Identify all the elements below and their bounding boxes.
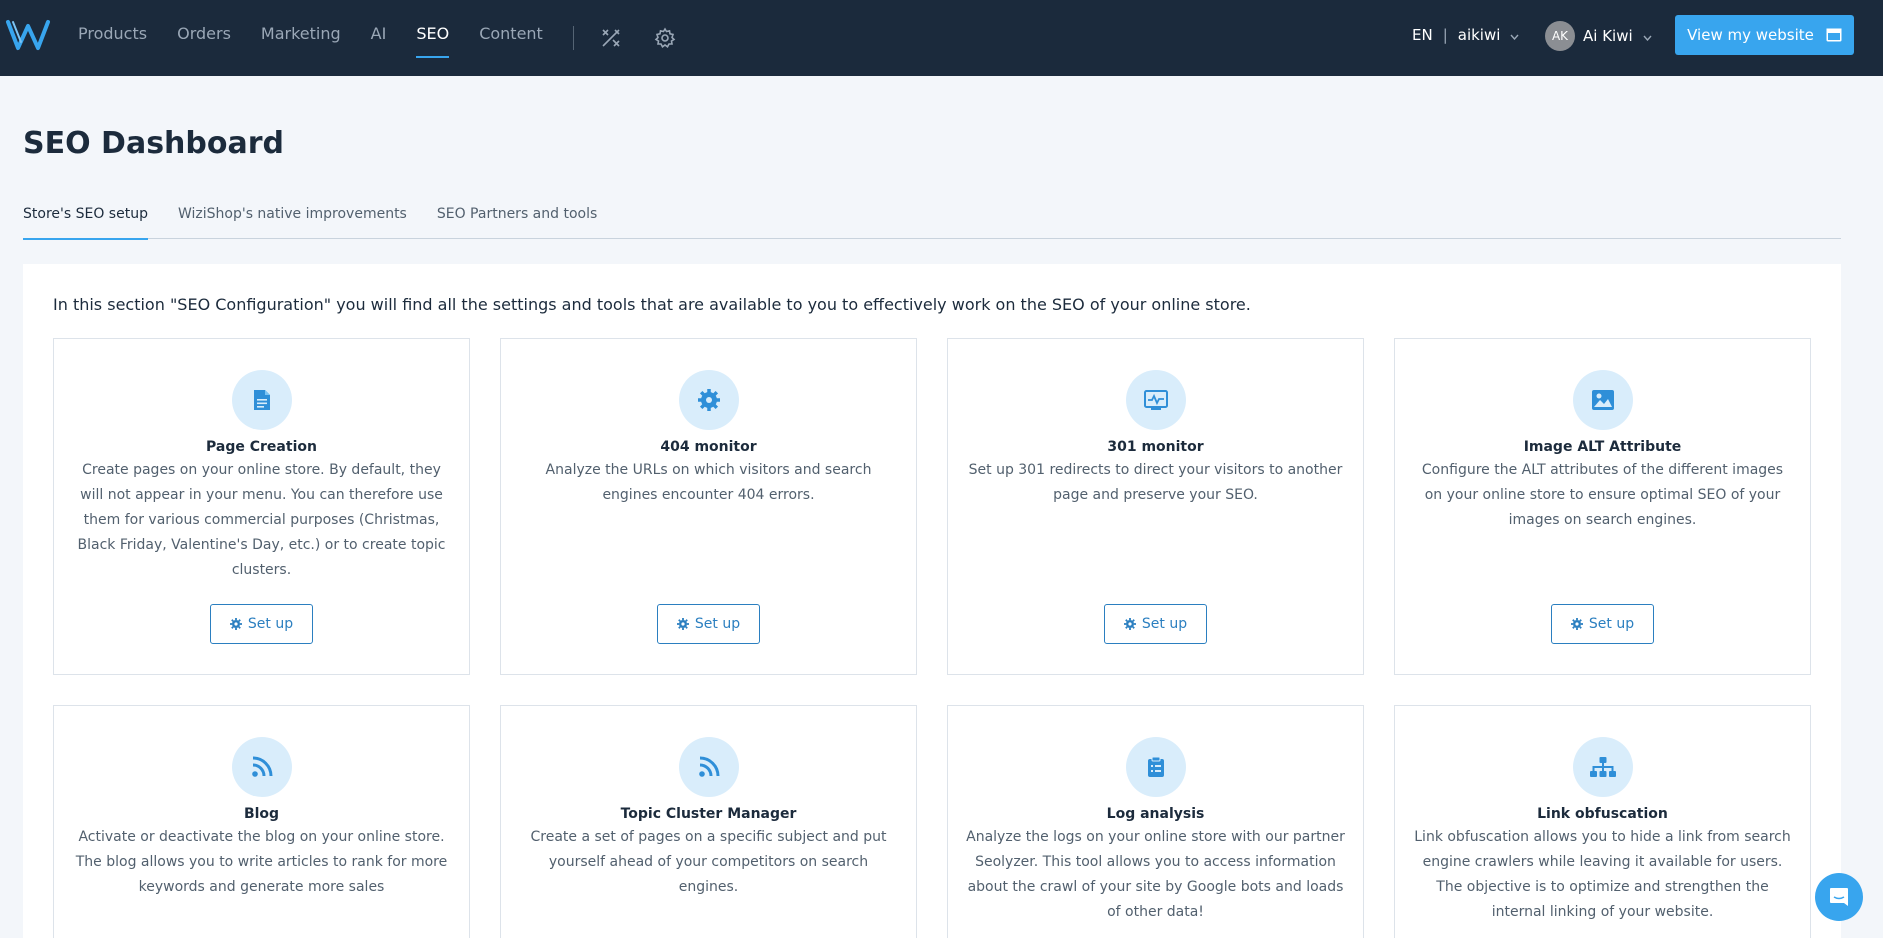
rss-icon <box>231 737 292 797</box>
nav-item-seo[interactable]: SEO <box>416 0 449 76</box>
setup-label: Set up <box>1141 616 1188 632</box>
clipboard-icon <box>1125 737 1186 797</box>
image-alt-setup-button[interactable]: Set up <box>1551 604 1654 644</box>
card-description: Create pages on your online store. By de… <box>77 462 446 578</box>
card-title: Log analysis <box>1106 806 1205 822</box>
card-title: Image ALT Attribute <box>1523 439 1682 455</box>
main-nav: Products Orders Marketing AI SEO Content <box>78 0 708 76</box>
card-title: Page Creation <box>206 439 317 455</box>
setup-label: Set up <box>1588 616 1635 632</box>
card-title: Topic Cluster Manager <box>620 806 797 822</box>
card-description: Configure the ALT attributes of the diff… <box>1421 462 1784 528</box>
card-image-alt-attribute: Image ALT Attribute Configure the ALT at… <box>1394 338 1811 675</box>
seo-setup-panel: In this section "SEO Configuration" you … <box>23 264 1841 938</box>
settings-gear-icon[interactable] <box>654 27 676 49</box>
card-link-obfuscation: Link obfuscation Link obfuscation allows… <box>1394 705 1811 938</box>
tab-stores-seo-setup[interactable]: Store's SEO setup <box>23 203 148 240</box>
301-monitor-setup-button[interactable]: Set up <box>1104 604 1207 644</box>
card-log-analysis: Log analysis Analyze the logs on your on… <box>947 705 1364 938</box>
card-blog: Blog Activate or deactivate the blog on … <box>53 705 470 938</box>
gear-icon <box>229 618 242 630</box>
setup-label: Set up <box>247 616 294 632</box>
card-404-monitor: 404 monitor Analyze the URLs on which vi… <box>500 338 917 675</box>
card-page-creation: Page Creation Create pages on your onlin… <box>53 338 470 675</box>
browser-window-icon <box>1826 28 1842 42</box>
seo-tabs: Store's SEO setup WiziShop's native impr… <box>23 203 1841 240</box>
chat-bubble-icon <box>1830 888 1848 906</box>
card-301-monitor: 301 monitor Set up 301 redirects to dire… <box>947 338 1364 675</box>
card-description: Analyze the logs on your online store wi… <box>966 829 1345 920</box>
view-my-website-button[interactable]: View my website <box>1675 15 1854 55</box>
404-monitor-setup-button[interactable]: Set up <box>657 604 760 644</box>
tab-seo-partners[interactable]: SEO Partners and tools <box>437 203 597 239</box>
gear-icon <box>678 370 739 430</box>
language-code: EN <box>1412 26 1433 44</box>
nav-item-products[interactable]: Products <box>78 0 147 76</box>
page-title: SEO Dashboard <box>23 126 285 161</box>
tab-native-improvements[interactable]: WiziShop's native improvements <box>178 203 407 239</box>
user-menu[interactable]: AK Ai Kiwi <box>1545 21 1652 51</box>
sitemap-icon <box>1572 737 1633 797</box>
card-description: Set up 301 redirects to direct your visi… <box>968 462 1343 503</box>
wizishop-logo[interactable] <box>4 16 52 54</box>
monitor-icon <box>1125 370 1186 430</box>
intro-text: In this section "SEO Configuration" you … <box>53 295 1251 314</box>
image-icon <box>1572 370 1633 430</box>
card-description: Analyze the URLs on which visitors and s… <box>545 462 872 503</box>
card-topic-cluster-manager: Topic Cluster Manager Create a set of pa… <box>500 705 917 938</box>
nav-item-marketing[interactable]: Marketing <box>261 0 341 76</box>
card-title: 301 monitor <box>1107 439 1204 455</box>
nav-item-orders[interactable]: Orders <box>177 0 231 76</box>
page-creation-setup-button[interactable]: Set up <box>210 604 313 644</box>
card-description: Create a set of pages on a specific subj… <box>530 829 887 895</box>
view-website-label: View my website <box>1687 26 1814 44</box>
card-title: 404 monitor <box>660 439 757 455</box>
gear-icon <box>676 618 689 630</box>
nav-item-ai[interactable]: AI <box>371 0 387 76</box>
lang-separator: | <box>1442 26 1448 44</box>
language-store-selector[interactable]: EN | aikiwi <box>1412 26 1519 44</box>
document-icon <box>231 370 292 430</box>
nav-divider <box>572 26 574 50</box>
chevron-down-icon <box>1643 27 1652 45</box>
gear-icon <box>1570 618 1583 630</box>
card-description: Activate or deactivate the blog on your … <box>75 829 448 895</box>
nav-item-content[interactable]: Content <box>479 0 543 76</box>
setup-label: Set up <box>694 616 741 632</box>
chevron-down-icon <box>1510 26 1519 44</box>
design-tools-icon[interactable] <box>600 27 622 49</box>
user-name: Ai Kiwi <box>1583 27 1633 45</box>
card-title: Blog <box>243 806 280 822</box>
chat-support-button[interactable] <box>1815 873 1863 921</box>
gear-icon <box>1123 618 1136 630</box>
card-title: Link obfuscation <box>1537 806 1668 822</box>
top-navbar: Products Orders Marketing AI SEO Content… <box>0 0 1883 76</box>
avatar: AK <box>1545 21 1575 51</box>
store-name: aikiwi <box>1457 26 1501 44</box>
card-description: Link obfuscation allows you to hide a li… <box>1414 829 1791 920</box>
rss-icon <box>678 737 739 797</box>
